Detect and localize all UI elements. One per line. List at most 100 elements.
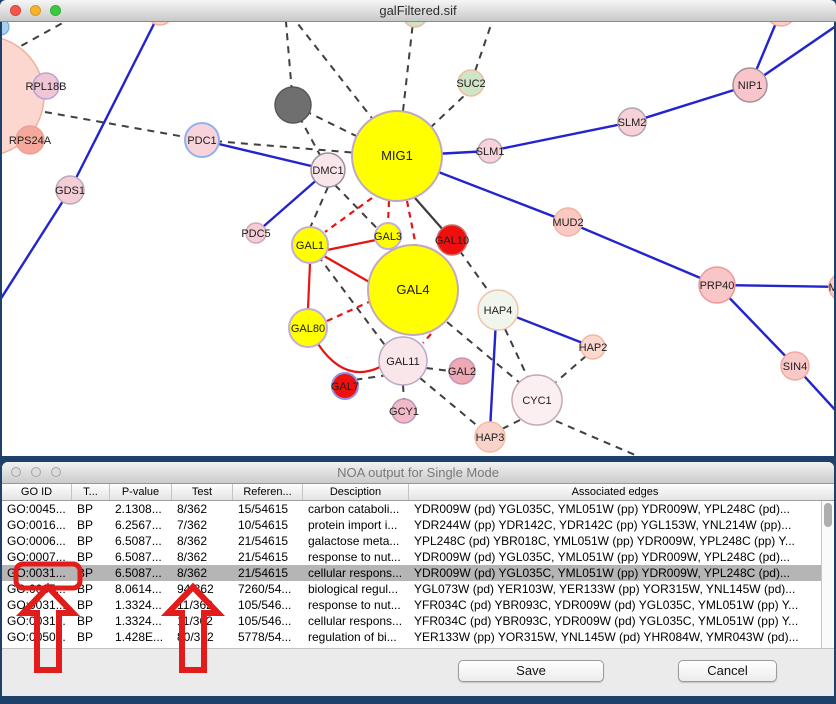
- node-SUC2[interactable]: SUC2: [456, 70, 485, 96]
- edge-red[interactable]: [308, 263, 310, 309]
- cell-reference: 10/54615: [233, 517, 303, 533]
- cell-type: BP: [72, 597, 110, 613]
- node-CYC1[interactable]: CYC1: [512, 375, 562, 425]
- edge-blue[interactable]: [632, 85, 750, 122]
- node-SLM2[interactable]: SLM2: [618, 108, 647, 136]
- cell-test: 7/362: [172, 517, 233, 533]
- scrollbar-thumb[interactable]: [824, 503, 832, 527]
- cell-go_id: GO:0065...: [2, 581, 72, 597]
- table-row[interactable]: GO:0031...BP6.5087...8/36221/54615cellul…: [2, 565, 834, 581]
- vertical-scrollbar[interactable]: [821, 501, 834, 648]
- window-title: galFiltered.sif: [0, 0, 836, 22]
- column-header-referen-[interactable]: Referen...: [233, 484, 303, 500]
- node-top-right-pink[interactable]: [766, 22, 796, 26]
- edge-reddash[interactable]: [407, 201, 416, 246]
- cell-go_id: GO:0045...: [2, 501, 72, 517]
- node-GCY1[interactable]: GCY1: [389, 399, 419, 423]
- node-MIG1[interactable]: MIG1: [352, 111, 442, 201]
- table-header-row: GO IDT...P-valueTestReferen...Desciption…: [2, 484, 834, 501]
- edge-red[interactable]: [318, 344, 380, 372]
- cell-edges: YFR034C (pd) YBR093C, YDR009W (pd) YGL03…: [409, 597, 821, 613]
- edge-dash[interactable]: [426, 368, 450, 371]
- node-SIN4[interactable]: SIN4: [781, 352, 809, 380]
- cell-p_value: 1.3324...: [110, 597, 172, 613]
- edge-reddash[interactable]: [327, 302, 369, 321]
- node-GAL1[interactable]: GAL1: [292, 227, 328, 263]
- table-row[interactable]: GO:0016...BP6.2567...7/36210/54615protei…: [2, 517, 834, 533]
- column-header-p-value[interactable]: P-value: [110, 484, 172, 500]
- table-row[interactable]: GO:0045...BP2.1308...8/36215/54615carbon…: [2, 501, 834, 517]
- table-row[interactable]: GO:0031...BP1.3324...11/362105/546...cel…: [2, 613, 834, 629]
- table-row[interactable]: GO:0007...BP6.5087...8/36221/54615respon…: [2, 549, 834, 565]
- node-top-pink[interactable]: [147, 22, 173, 25]
- save-button[interactable]: Save: [458, 660, 604, 682]
- column-header-t-[interactable]: T...: [72, 484, 110, 500]
- node-PDC1[interactable]: PDC1: [185, 123, 219, 157]
- node-gray-node[interactable]: [275, 87, 311, 123]
- cell-test: 8/362: [172, 549, 233, 565]
- node-PDC5[interactable]: PDC5: [241, 223, 270, 243]
- edge-dash[interactable]: [403, 385, 404, 400]
- node-DMC1[interactable]: DMC1: [311, 153, 345, 187]
- edge-blue[interactable]: [490, 122, 632, 151]
- edge-dash[interactable]: [403, 22, 413, 111]
- node-GAL4[interactable]: GAL4: [368, 245, 458, 335]
- edge-blue[interactable]: [568, 222, 717, 285]
- node-GAL80[interactable]: GAL80: [289, 309, 327, 347]
- edge-blue[interactable]: [70, 22, 160, 190]
- noa-titlebar: NOA output for Single Mode: [2, 462, 834, 484]
- column-header-associated-edges[interactable]: Associated edges: [409, 484, 821, 500]
- node-top-left-blue[interactable]: [2, 22, 9, 35]
- edge-dash[interactable]: [354, 375, 388, 380]
- node-top-green[interactable]: [403, 22, 427, 27]
- node-GDS1[interactable]: GDS1: [55, 176, 85, 204]
- edge-blue[interactable]: [490, 320, 496, 430]
- edge-dash[interactable]: [45, 112, 202, 140]
- cancel-button[interactable]: Cancel: [678, 660, 777, 682]
- cell-edges: YER133W (pp) YOR315W, YNL145W (pd) YHR08…: [409, 629, 821, 645]
- column-header-desciption[interactable]: Desciption: [303, 484, 409, 500]
- table-row[interactable]: GO:0050...BP1.428E...80/3625778/54...reg…: [2, 629, 834, 645]
- cell-go_id: GO:0016...: [2, 517, 72, 533]
- column-header-go-id[interactable]: GO ID: [2, 484, 72, 500]
- node-GAL11[interactable]: GAL11: [379, 337, 427, 385]
- node-HAP2[interactable]: HAP2: [579, 335, 608, 359]
- table-row[interactable]: GO:0006...BP6.5087...8/36221/54615galact…: [2, 533, 834, 549]
- node-MSL5[interactable]: MSL5: [829, 273, 834, 301]
- node-GAL7[interactable]: GAL7: [331, 373, 359, 399]
- edge-blue[interactable]: [202, 140, 328, 170]
- column-header-test[interactable]: Test: [172, 484, 233, 500]
- edge-red[interactable]: [327, 240, 376, 250]
- table-row[interactable]: GO:0065...BP8.0614...94/3627260/54...bio…: [2, 581, 834, 597]
- edge-dash[interactable]: [420, 378, 480, 428]
- node-HAP3[interactable]: HAP3: [475, 422, 505, 452]
- edge-dash[interactable]: [505, 329, 528, 378]
- cell-description: protein import i...: [303, 517, 409, 533]
- cell-go_id: GO:0031...: [2, 613, 72, 629]
- edge-dash[interactable]: [310, 187, 328, 228]
- node-PRP40[interactable]: PRP40: [699, 267, 735, 303]
- edge-dash[interactable]: [556, 421, 642, 456]
- cell-type: BP: [72, 501, 110, 517]
- cell-description: response to nut...: [303, 597, 409, 613]
- node-NIP1[interactable]: NIP1: [733, 68, 767, 102]
- table-row[interactable]: GO:0031...BP1.3324...11/362105/546...res…: [2, 597, 834, 613]
- cell-go_id: GO:0031...: [2, 565, 72, 581]
- node-GAL10[interactable]: GAL10: [435, 225, 469, 255]
- network-canvas[interactable]: RPL18BRPS24AGDS1PDC1PDC5DMC1MIG1SUC2SLM1…: [2, 22, 834, 456]
- node-SLM1[interactable]: SLM1: [476, 139, 505, 163]
- edge-red[interactable]: [324, 256, 371, 283]
- table-body: GO:0045...BP2.1308...8/36215/54615carbon…: [2, 501, 834, 648]
- edge-dash[interactable]: [430, 95, 465, 128]
- network-graph[interactable]: RPL18BRPS24AGDS1PDC1PDC5DMC1MIG1SUC2SLM1…: [2, 22, 834, 456]
- node-HAP4[interactable]: HAP4: [478, 290, 518, 330]
- edge-reddash[interactable]: [423, 334, 431, 343]
- cell-p_value: 1.428E...: [110, 629, 172, 645]
- node-MUD2[interactable]: MUD2: [552, 208, 583, 236]
- edge-blue[interactable]: [2, 190, 70, 300]
- cell-type: BP: [72, 517, 110, 533]
- node-GAL2[interactable]: GAL2: [448, 358, 476, 384]
- edge-dash[interactable]: [556, 356, 586, 382]
- node-GAL3[interactable]: GAL3: [374, 223, 402, 249]
- edge-reddash[interactable]: [388, 201, 389, 224]
